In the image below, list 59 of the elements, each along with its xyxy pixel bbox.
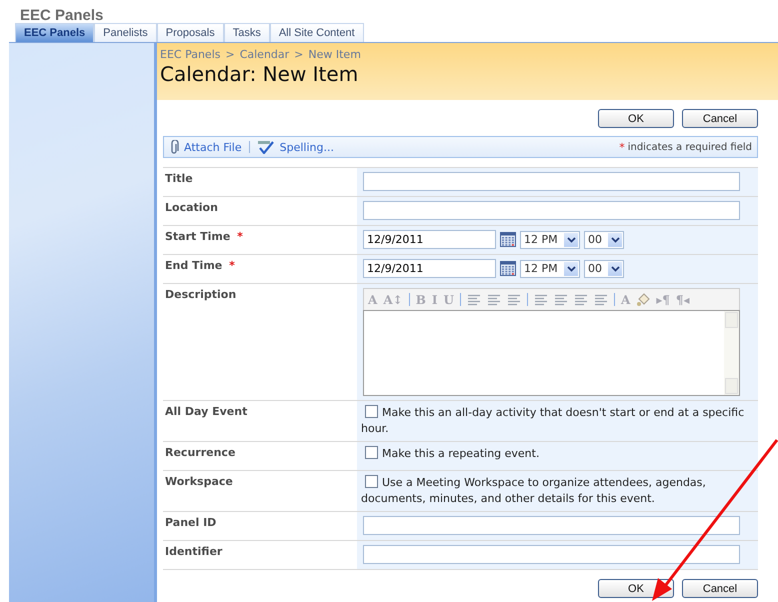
lines-icon[interactable] xyxy=(554,294,568,306)
page-title: Calendar: New Item xyxy=(160,62,360,86)
scrollbar[interactable] xyxy=(724,311,739,395)
spelling-link[interactable]: Spelling... xyxy=(280,140,334,154)
lines-icon[interactable] xyxy=(534,294,548,306)
nav-tab[interactable]: Panelists xyxy=(94,23,157,42)
text-field[interactable] xyxy=(363,201,740,220)
form-button[interactable]: Cancel xyxy=(682,109,758,128)
required-note: indicates a required field xyxy=(628,142,752,152)
date-field[interactable]: 12/9/2011 xyxy=(363,259,496,278)
field-label: Title xyxy=(165,172,193,185)
required-mark: * xyxy=(237,230,243,243)
paint-bucket-icon[interactable] xyxy=(636,292,650,306)
checkbox[interactable] xyxy=(365,475,378,488)
lines-icon[interactable] xyxy=(466,294,481,306)
field-label: End Time xyxy=(165,259,222,272)
nav-tab[interactable]: Tasks xyxy=(224,23,270,42)
lines-icon[interactable] xyxy=(574,294,588,306)
nav-tab[interactable]: Proposals xyxy=(156,23,224,42)
date-field[interactable]: 12/9/2011 xyxy=(363,230,496,249)
chevron-down-icon xyxy=(610,266,620,272)
nav-tab[interactable]: All Site Content xyxy=(270,23,364,42)
field-label: Start Time xyxy=(165,230,230,243)
chevron-down-icon xyxy=(566,236,576,242)
calendar-icon xyxy=(500,232,516,247)
required-mark: * xyxy=(619,140,625,154)
field-label: Identifier xyxy=(165,545,222,558)
minute-dropdown[interactable]: 00 xyxy=(584,260,624,278)
text-field[interactable] xyxy=(363,172,740,191)
form-button[interactable]: Cancel xyxy=(682,579,758,598)
field-label: Location xyxy=(165,201,218,214)
calendar-icon xyxy=(500,261,516,276)
breadcrumb-separator: > xyxy=(225,48,235,61)
field-label: Recurrence xyxy=(165,446,236,459)
field-label: Workspace xyxy=(165,475,233,488)
lines-icon[interactable] xyxy=(486,294,501,306)
hour-dropdown[interactable]: 12 PM xyxy=(520,230,580,248)
chevron-down-icon xyxy=(610,236,620,242)
required-mark: * xyxy=(229,259,235,272)
chevron-down-icon xyxy=(566,266,576,272)
site-title: EEC Panels xyxy=(19,6,104,23)
nav-tab[interactable]: EEC Panels xyxy=(15,23,94,42)
lines-icon[interactable] xyxy=(594,294,608,306)
field-label: All Day Event xyxy=(165,405,248,418)
form-button[interactable]: OK xyxy=(598,109,674,128)
field-label: Panel ID xyxy=(165,516,216,529)
hour-dropdown[interactable]: 12 PM xyxy=(520,260,580,278)
text-field[interactable] xyxy=(363,516,740,535)
paperclip-icon xyxy=(170,140,179,154)
checkbox[interactable] xyxy=(365,446,378,459)
field-label: Description xyxy=(165,288,236,301)
minute-dropdown[interactable]: 00 xyxy=(584,230,624,248)
lines-icon[interactable] xyxy=(506,294,521,306)
spellcheck-icon xyxy=(256,140,275,154)
attach-file-link[interactable]: Attach File xyxy=(184,140,242,154)
text-field[interactable] xyxy=(363,545,740,564)
breadcrumb-separator: > xyxy=(294,48,304,61)
description-editor[interactable] xyxy=(363,310,740,396)
checkbox[interactable] xyxy=(365,405,378,418)
